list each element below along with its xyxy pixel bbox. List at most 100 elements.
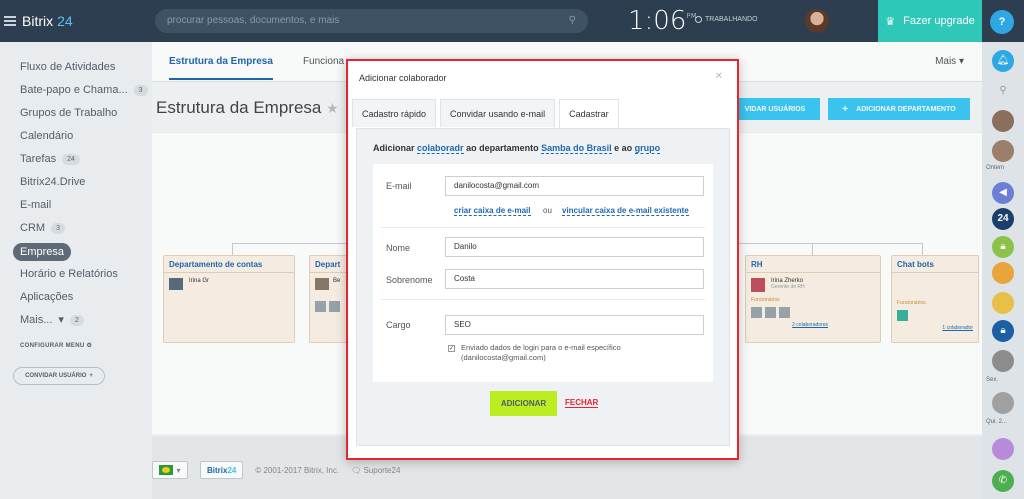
nav-item-label: CRM <box>20 222 46 234</box>
logo-number: 24 <box>57 13 73 29</box>
nav-item-label: Fluxo de Atividades <box>20 61 116 73</box>
nav-item-label: Grupos de Trabalho <box>20 107 118 119</box>
employee-form: E-mail danilocosta@gmail.com criar caixa… <box>373 164 713 382</box>
send-login-text-line: Enviado dados de login para o e-mail esp… <box>461 343 621 352</box>
menu-icon[interactable] <box>4 14 16 28</box>
add-button[interactable]: ADICIONAR <box>490 391 557 416</box>
heading-text: ao departamento <box>466 143 539 153</box>
nav-item-more[interactable]: Mais... ▾ 2 <box>0 309 152 332</box>
chat-avatar[interactable] <box>992 392 1014 414</box>
nav-item-drive[interactable]: Bitrix24.Drive <box>0 171 152 194</box>
chevron-down-icon: ▾ <box>58 314 64 326</box>
megaphone-icon[interactable]: ◀ <box>992 182 1014 204</box>
email-label: E-mail <box>386 181 412 191</box>
close-icon[interactable]: ✕ <box>715 71 723 82</box>
tab-register[interactable]: Cadastrar <box>559 99 619 128</box>
add-employee-dialog: Adicionar colaborador ✕ Cadastro rápido … <box>346 59 739 460</box>
group-avatar[interactable] <box>992 262 1014 284</box>
group-link[interactable]: grupo <box>634 143 661 154</box>
recent-label: Sex. <box>986 377 999 383</box>
left-navigation: Fluxo de Atividades Bate-papo e Chama...… <box>0 42 152 499</box>
send-login-checkbox[interactable]: ✓ <box>448 345 455 352</box>
chat-avatar[interactable] <box>992 140 1014 162</box>
clock[interactable]: 1:06PM <box>628 6 697 36</box>
dialog-heading: Adicionar colaboradr ao departamento Sam… <box>373 143 661 154</box>
chat-avatar[interactable] <box>992 350 1014 372</box>
nav-item-email[interactable]: E-mail <box>0 194 152 217</box>
configure-menu-button[interactable]: CONFIGURAR MENU ⚙ <box>0 342 152 349</box>
nav-counter: 3 <box>133 85 148 96</box>
heading-text: Adicionar <box>373 143 415 153</box>
logo-text: Bitrix <box>22 13 54 29</box>
nav-item-timeman[interactable]: Horário e Relatórios <box>0 263 152 286</box>
gear-icon: ⚙ <box>86 343 93 349</box>
chat-avatar[interactable] <box>992 110 1014 132</box>
work-status-text: TRABALHANDO <box>705 16 758 23</box>
nav-item-label: Calendário <box>20 130 74 142</box>
help-icon[interactable]: ? <box>990 10 1014 34</box>
invite-user-label: CONVIDAR USUÁRIO <box>25 373 87 379</box>
nav-item-chat[interactable]: Bate-papo e Chama... 3 <box>0 79 152 102</box>
user-avatar[interactable] <box>805 9 829 33</box>
create-mailbox-link[interactable]: criar caixa de e-mail <box>454 206 531 216</box>
phone-icon[interactable]: ✆ <box>992 470 1014 492</box>
clock-time: 1:06 <box>628 6 687 36</box>
search-input[interactable]: procurar pessoas, documentos, e mais ⚲ <box>155 9 588 33</box>
notifications-icon[interactable]: 🔔︎ <box>992 50 1014 72</box>
nav-counter: 24 <box>62 154 80 165</box>
nav-item-label: Tarefas <box>20 153 57 165</box>
nav-item-activity[interactable]: Fluxo de Atividades <box>0 56 152 79</box>
email-field[interactable]: danilocosta@gmail.com <box>445 176 704 196</box>
recent-label: Ontem <box>986 165 1005 171</box>
search-placeholder: procurar pessoas, documentos, e mais <box>167 15 340 26</box>
record-icon <box>695 16 702 23</box>
dialog-body: Adicionar colaboradr ao departamento Sam… <box>356 128 730 446</box>
position-label: Cargo <box>386 320 411 330</box>
nav-item-label: Bate-papo e Chama... <box>20 84 128 96</box>
lock-icon[interactable]: 🔒︎ <box>992 320 1014 342</box>
tab-quick-register[interactable]: Cadastro rápido <box>352 99 437 127</box>
upgrade-label: Fazer upgrade <box>903 15 975 27</box>
name-field[interactable]: Danilo <box>445 237 704 257</box>
nav-item-apps[interactable]: Aplicações <box>0 286 152 309</box>
plus-icon: + <box>89 373 93 379</box>
group-avatar[interactable] <box>992 292 1014 314</box>
logo[interactable]: Bitrix 24 <box>0 13 152 29</box>
close-button[interactable]: FECHAR <box>565 398 599 408</box>
chat-avatar[interactable] <box>992 438 1014 460</box>
nav-item-tasks[interactable]: Tarefas 24 <box>0 148 152 171</box>
link-mailbox-link[interactable]: vincular caixa de e-mail existente <box>562 206 689 216</box>
nav-item-company[interactable]: Empresa <box>0 240 152 263</box>
nav-item-label: Horário e Relatórios <box>20 268 118 280</box>
department-link[interactable]: Samba do Brasil <box>541 143 612 154</box>
search-icon[interactable]: ⚲ <box>569 15 576 27</box>
top-bar: Bitrix 24 procurar pessoas, documentos, … <box>0 0 982 42</box>
nav-item-label: E-mail <box>20 199 52 211</box>
or-text: ou <box>543 206 552 215</box>
tab-invite-email[interactable]: Convidar usando e-mail <box>440 99 556 127</box>
crown-icon: ♛ <box>885 15 896 28</box>
position-field[interactable]: SEO <box>445 315 704 335</box>
divider <box>381 227 705 228</box>
send-login-text-line: (danilocosta@gmail.com) <box>461 353 546 362</box>
dialog-tabs: Cadastro rápido Convidar usando e-mail C… <box>352 99 619 128</box>
nav-counter: 3 <box>51 223 65 234</box>
nav-item-label: Aplicações <box>20 291 74 303</box>
upgrade-button[interactable]: ♛ Fazer upgrade <box>878 0 982 42</box>
search-icon[interactable]: ⚲ <box>992 80 1014 102</box>
nav-counter: 2 <box>69 315 84 326</box>
name-label: Nome <box>386 243 411 253</box>
divider <box>381 299 705 300</box>
nav-item-workgroups[interactable]: Grupos de Trabalho <box>0 102 152 125</box>
heading-text: e ao <box>614 143 633 153</box>
nav-item-crm[interactable]: CRM 3 <box>0 217 152 240</box>
bitrix24-icon[interactable]: 24 <box>992 208 1014 230</box>
invite-user-button[interactable]: CONVIDAR USUÁRIO + <box>13 367 105 385</box>
nav-item-label: Mais... <box>20 314 53 326</box>
lock-icon[interactable]: 🔒︎ <box>992 236 1014 258</box>
surname-field[interactable]: Costa <box>445 269 704 289</box>
nav-item-label: Empresa <box>13 242 72 261</box>
employee-link[interactable]: colaboradr <box>417 143 464 154</box>
work-status[interactable]: TRABALHANDO <box>695 16 758 23</box>
nav-item-calendar[interactable]: Calendário <box>0 125 152 148</box>
